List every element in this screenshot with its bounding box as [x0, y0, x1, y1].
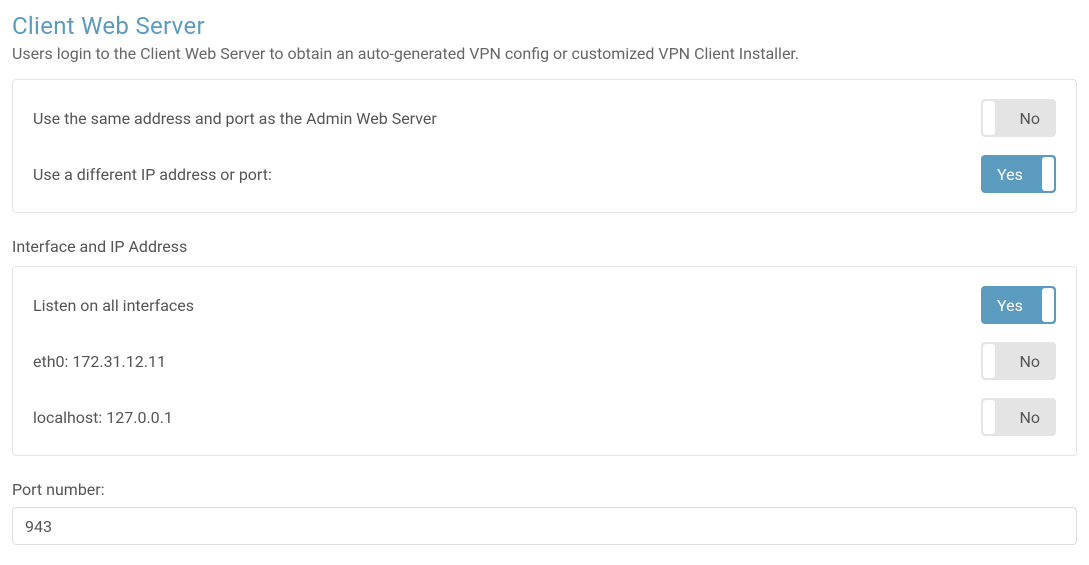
different-address-row: Use a different IP address or port: Yes: [33, 154, 1056, 194]
toggle-text: Yes: [997, 165, 1023, 184]
section-description: Users login to the Client Web Server to …: [12, 44, 1077, 63]
toggle-text: No: [1019, 352, 1040, 371]
same-address-toggle[interactable]: No: [981, 99, 1056, 137]
port-input[interactable]: [12, 507, 1077, 545]
toggle-text: No: [1019, 109, 1040, 128]
toggle-text: Yes: [997, 296, 1023, 315]
same-address-label: Use the same address and port as the Adm…: [33, 109, 437, 128]
eth0-label: eth0: 172.31.12.11: [33, 352, 166, 371]
address-port-panel: Use the same address and port as the Adm…: [12, 79, 1077, 213]
different-address-label: Use a different IP address or port:: [33, 165, 272, 184]
interface-panel: Listen on all interfaces Yes eth0: 172.3…: [12, 266, 1077, 456]
port-label: Port number:: [12, 480, 1077, 499]
different-address-toggle[interactable]: Yes: [981, 155, 1056, 193]
localhost-label: localhost: 127.0.0.1: [33, 408, 173, 427]
eth0-row: eth0: 172.31.12.11 No: [33, 341, 1056, 381]
eth0-toggle[interactable]: No: [981, 342, 1056, 380]
listen-all-row: Listen on all interfaces Yes: [33, 285, 1056, 325]
listen-all-toggle[interactable]: Yes: [981, 286, 1056, 324]
localhost-toggle[interactable]: No: [981, 398, 1056, 436]
listen-all-label: Listen on all interfaces: [33, 296, 194, 315]
localhost-row: localhost: 127.0.0.1 No: [33, 397, 1056, 437]
toggle-text: No: [1019, 408, 1040, 427]
same-address-row: Use the same address and port as the Adm…: [33, 98, 1056, 138]
interface-heading: Interface and IP Address: [12, 237, 1077, 256]
section-title: Client Web Server: [12, 12, 1077, 40]
